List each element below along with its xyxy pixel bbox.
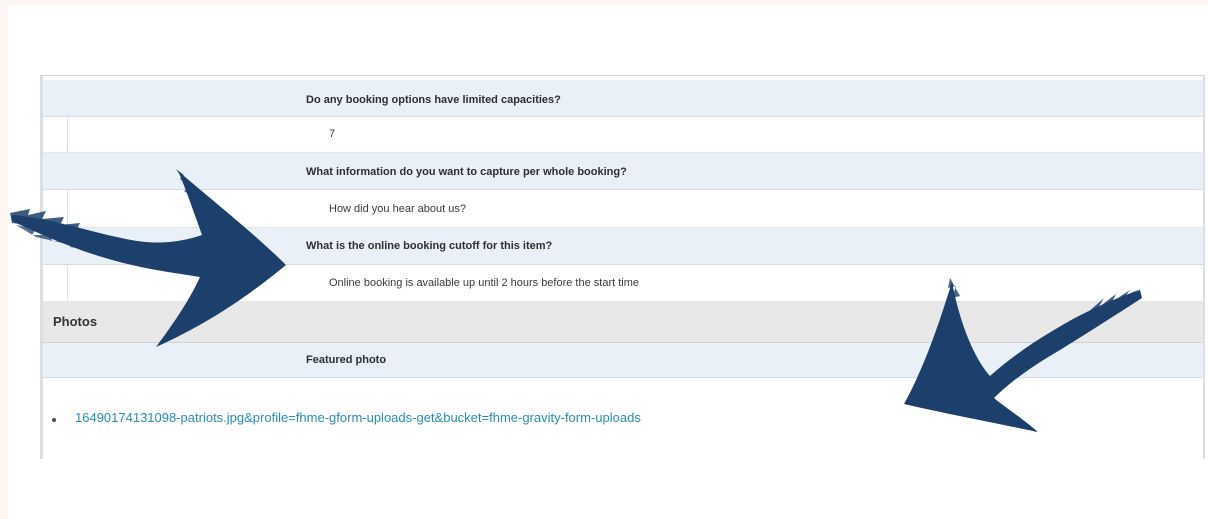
field-question-label: Do any booking options have limited capa…	[306, 94, 561, 106]
field-question-label: What information do you want to capture …	[306, 166, 627, 178]
field-answer-value: 7	[329, 128, 336, 140]
field-answer-row: 7	[43, 117, 1203, 153]
featured-photo-file-link[interactable]: 16490174131098-patriots.jpg&profile=fhme…	[75, 410, 641, 425]
bullet-icon	[52, 418, 56, 422]
featured-photo-label: Featured photo	[306, 354, 387, 366]
left-arrow-annotation-icon	[10, 169, 286, 347]
field-answer-value: How did you hear about us?	[329, 203, 466, 215]
field-answer-value: Online booking is available up until 2 h…	[329, 277, 640, 289]
field-question-label: What is the online booking cutoff for th…	[306, 240, 553, 252]
field-question-row: Do any booking options have limited capa…	[43, 80, 1203, 117]
right-arrow-annotation-icon	[904, 278, 1142, 432]
